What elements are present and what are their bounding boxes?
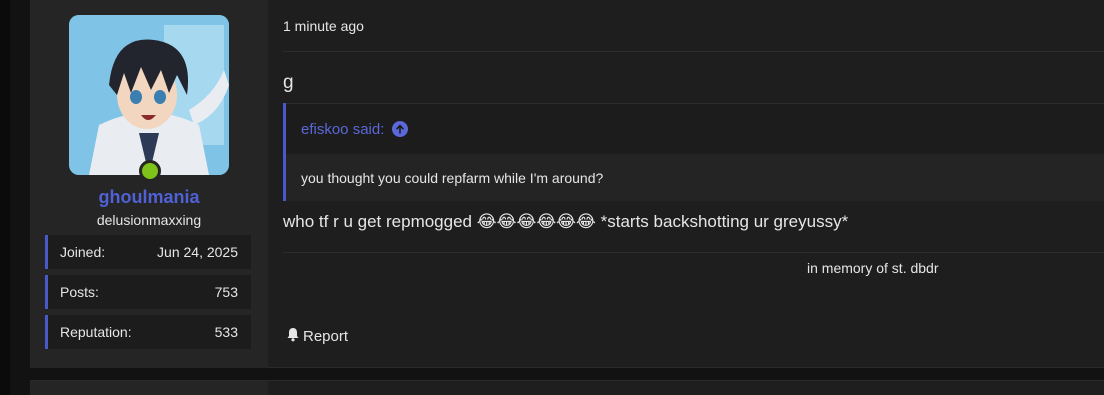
post-timestamp[interactable]: 1 minute ago <box>283 18 364 34</box>
quote-block: efiskoo said: you thought you could repf… <box>283 103 1104 201</box>
left-gutter <box>0 0 10 395</box>
stat-value: 753 <box>214 284 238 300</box>
avatar-container[interactable] <box>69 15 229 182</box>
forum-post: ghoulmania delusionmaxxing Joined: Jun 2… <box>30 0 1104 368</box>
quote-text: you thought you could repfarm while I'm … <box>286 154 1104 201</box>
user-info-panel: ghoulmania delusionmaxxing Joined: Jun 2… <box>30 0 268 368</box>
stat-value: Jun 24, 2025 <box>157 244 238 260</box>
bell-icon <box>286 327 300 346</box>
signature-divider <box>283 252 1104 253</box>
user-signature: in memory of st. dbdr <box>807 260 939 276</box>
quote-author[interactable]: efiskoo said: <box>301 121 384 138</box>
next-post-edge <box>30 380 1104 395</box>
user-title: delusionmaxxing <box>96 212 202 228</box>
stat-value: 533 <box>214 324 238 340</box>
next-post-user-panel <box>30 381 268 395</box>
stat-label: Reputation: <box>60 324 132 340</box>
stat-joined: Joined: Jun 24, 2025 <box>45 235 251 269</box>
avatar[interactable] <box>69 15 229 175</box>
online-status-indicator <box>139 160 161 182</box>
stat-label: Posts: <box>60 284 99 300</box>
avatar-image <box>69 15 229 175</box>
page: ghoulmania delusionmaxxing Joined: Jun 2… <box>0 0 1104 395</box>
report-label: Report <box>303 328 349 345</box>
stat-label: Joined: <box>60 244 106 260</box>
username-link[interactable]: ghoulmania <box>30 187 268 208</box>
post-message: who tf r u get repmogged 😂😂😂😂😂😂 *starts … <box>283 212 849 231</box>
report-button[interactable]: Report <box>286 327 348 346</box>
jump-to-quote-icon[interactable] <box>392 121 409 137</box>
stat-reputation: Reputation: 533 <box>45 315 251 349</box>
stat-posts: Posts: 753 <box>45 275 251 309</box>
divider <box>283 51 1104 52</box>
quote-header[interactable]: efiskoo said: <box>286 103 1104 154</box>
post-text-line: g <box>283 72 294 93</box>
